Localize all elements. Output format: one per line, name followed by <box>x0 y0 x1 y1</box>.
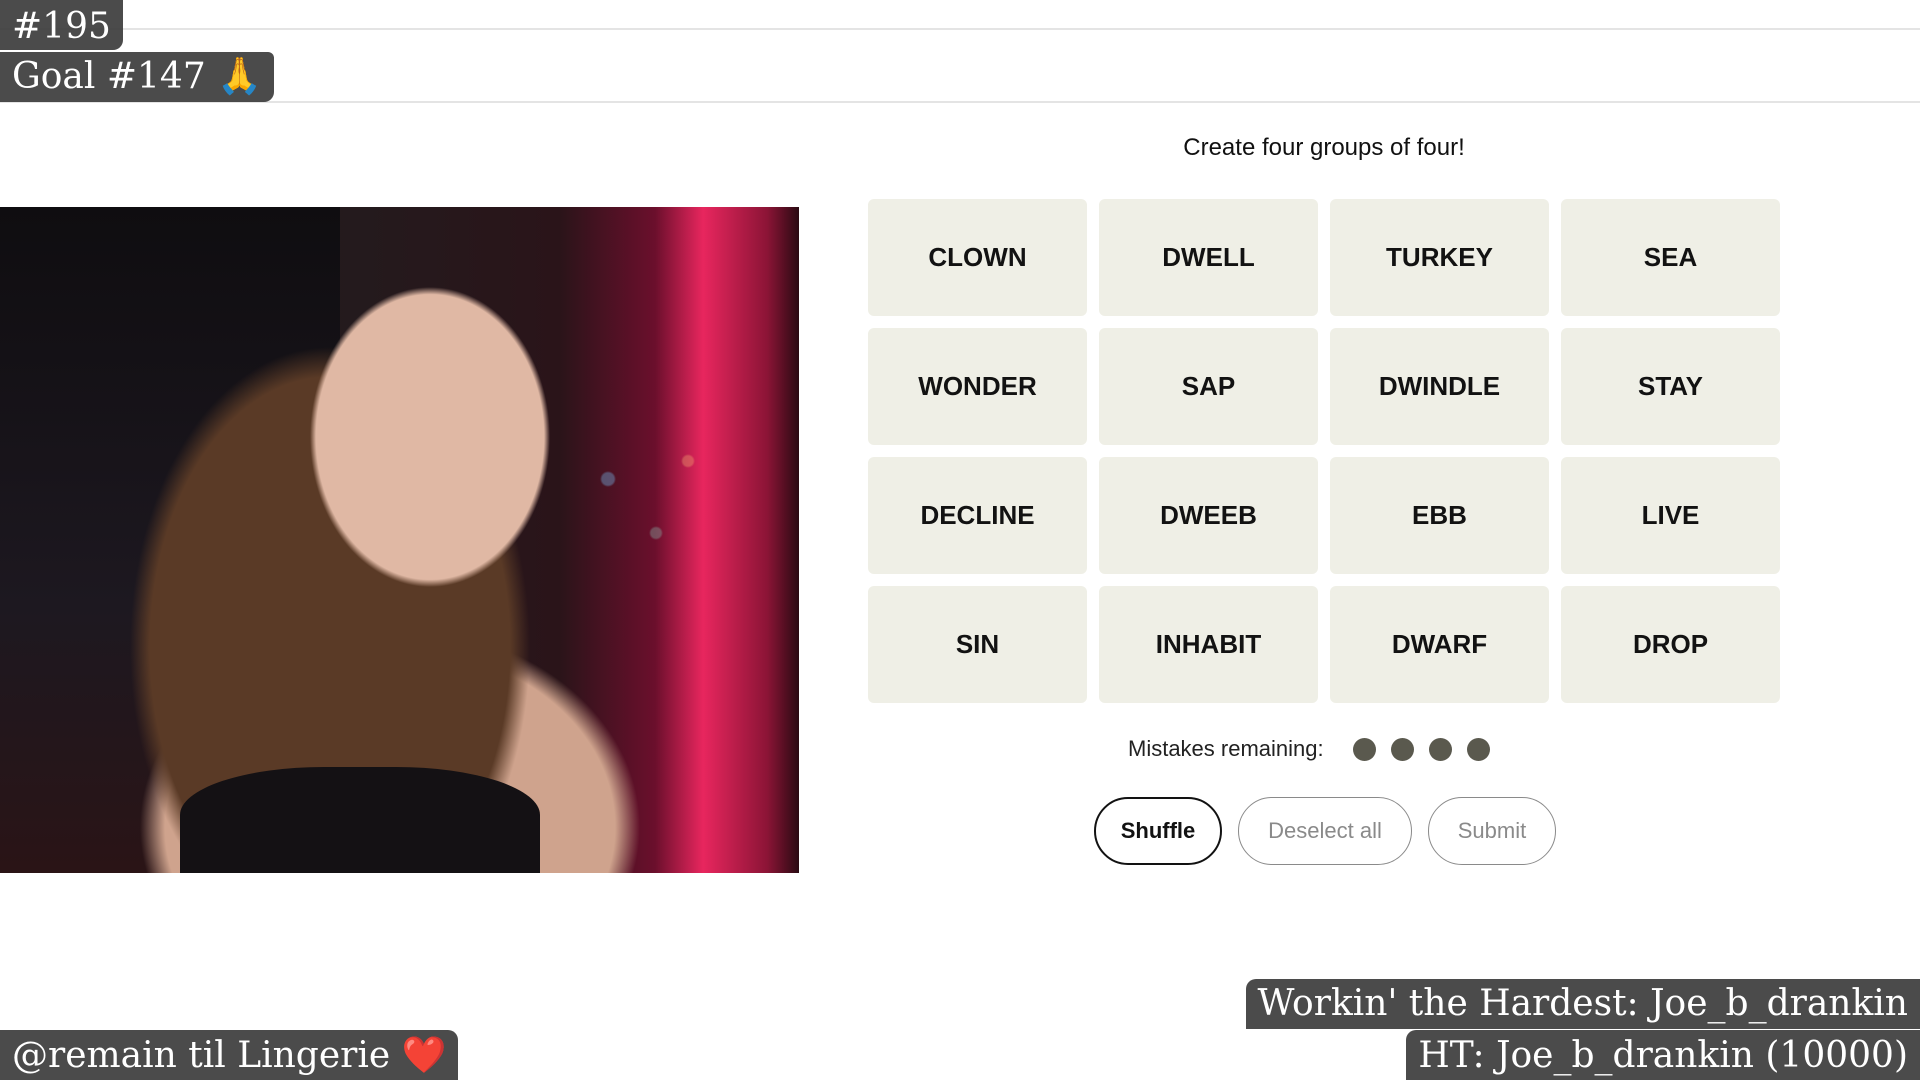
word-tile[interactable]: DWARF <box>1330 586 1549 703</box>
word-tile[interactable]: DWELL <box>1099 199 1318 316</box>
webcam-clothing <box>180 767 540 873</box>
word-tile[interactable]: LIVE <box>1561 457 1780 574</box>
mistake-dot <box>1429 738 1452 761</box>
word-grid: CLOWNDWELLTURKEYSEA WONDERSAPDWINDLESTAY D… <box>868 199 1782 703</box>
goal-overlay: Goal #147 🙏 <box>0 52 274 102</box>
shuffle-button[interactable]: Shuffle <box>1094 797 1222 865</box>
word-tile[interactable]: EBB <box>1330 457 1549 574</box>
game-instruction: Create four groups of four! <box>868 134 1780 162</box>
word-tile[interactable]: SAP <box>1099 328 1318 445</box>
mistake-dot <box>1467 738 1490 761</box>
word-tile[interactable]: SIN <box>868 586 1087 703</box>
word-tile[interactable]: WONDER <box>868 328 1087 445</box>
mistake-dots <box>1338 738 1490 761</box>
word-tile[interactable]: DWEEB <box>1099 457 1318 574</box>
word-tile[interactable]: INHABIT <box>1099 586 1318 703</box>
top-divider <box>0 28 1920 30</box>
ht-overlay: HT: Joe_b_drankin (10000) <box>1406 1030 1920 1080</box>
mistakes-remaining: Mistakes remaining: <box>1128 733 1490 765</box>
header-divider <box>0 101 1920 103</box>
word-tile[interactable]: TURKEY <box>1330 199 1549 316</box>
hardest-worker-overlay: Workin' the Hardest: Joe_b_drankin <box>1246 979 1920 1029</box>
deselect-all-button[interactable]: Deselect all <box>1238 797 1412 865</box>
day-counter-overlay: #195 <box>0 0 123 50</box>
submit-button[interactable]: Submit <box>1428 797 1556 865</box>
word-tile[interactable]: CLOWN <box>868 199 1087 316</box>
word-tile[interactable]: DWINDLE <box>1330 328 1549 445</box>
word-tile[interactable]: SEA <box>1561 199 1780 316</box>
remain-overlay: @remain til Lingerie ❤️ <box>0 1030 458 1080</box>
webcam-feed <box>0 207 799 873</box>
mistake-dot <box>1353 738 1376 761</box>
word-tile[interactable]: DECLINE <box>868 457 1087 574</box>
word-tile[interactable]: DROP <box>1561 586 1780 703</box>
mistake-dot <box>1391 738 1414 761</box>
mistakes-label: Mistakes remaining: <box>1128 736 1324 762</box>
word-tile[interactable]: STAY <box>1561 328 1780 445</box>
